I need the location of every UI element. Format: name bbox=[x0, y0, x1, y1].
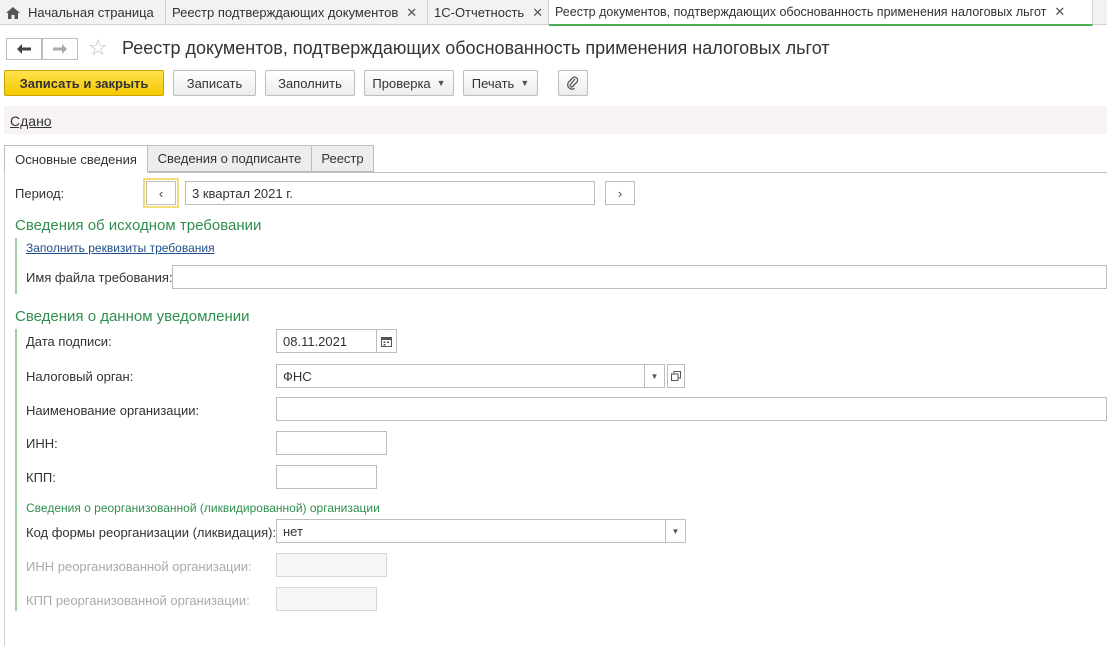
tab-registry[interactable]: Реестр bbox=[311, 145, 374, 172]
org-name-label: Наименование организации: bbox=[26, 403, 200, 418]
form-tabs-divider bbox=[4, 172, 1107, 173]
tab-label: Реестр документов, подтверждающих обосно… bbox=[555, 5, 1047, 19]
chevron-right-icon: › bbox=[617, 185, 623, 201]
reorg-code-select[interactable]: нет ▼ bbox=[276, 519, 686, 543]
caret-down-icon: ▼ bbox=[520, 78, 530, 88]
close-icon[interactable]: ✕ bbox=[1054, 4, 1065, 20]
tax-authority-label: Налоговый орган: bbox=[26, 369, 134, 384]
arrow-left-icon bbox=[17, 44, 31, 54]
open-tax-authority-button[interactable] bbox=[667, 364, 685, 388]
page-title: Реестр документов, подтверждающих обосно… bbox=[122, 38, 830, 58]
filename-label: Имя файла требования: bbox=[26, 270, 173, 285]
reorg-code-value: нет bbox=[283, 523, 303, 539]
check-button-label: Проверка bbox=[372, 75, 431, 91]
requirement-section-bar bbox=[15, 238, 17, 294]
close-icon[interactable]: ✕ bbox=[406, 5, 417, 21]
caret-down-icon: ▼ bbox=[436, 78, 446, 88]
form-left-border bbox=[4, 172, 5, 646]
requirement-section-title: Сведения об исходном требовании bbox=[15, 217, 262, 234]
notice-section-title: Сведения о данном уведомлении bbox=[15, 308, 250, 325]
org-name-input[interactable] bbox=[276, 397, 1107, 421]
inn-label: ИНН: bbox=[26, 436, 58, 451]
sign-date-input[interactable]: 08.11.2021 bbox=[276, 329, 397, 353]
status-bar bbox=[4, 106, 1107, 134]
arrow-right-icon bbox=[53, 44, 67, 54]
print-button[interactable]: Печать ▼ bbox=[463, 70, 538, 96]
forward-button[interactable] bbox=[42, 38, 78, 60]
period-label: Период: bbox=[15, 186, 65, 201]
tab-main-info[interactable]: Основные сведения bbox=[4, 145, 148, 173]
favorite-star-icon[interactable]: ☆ bbox=[88, 36, 108, 60]
reorg-inn-input bbox=[276, 553, 387, 577]
save-and-close-button[interactable]: Записать и закрыть bbox=[4, 70, 164, 96]
tab-signer-info[interactable]: Сведения о подписанте bbox=[147, 145, 312, 172]
inn-input[interactable] bbox=[276, 431, 387, 455]
reorg-subsection-title: Сведения о реорганизованной (ликвидирова… bbox=[26, 501, 380, 515]
print-button-label: Печать bbox=[471, 75, 515, 91]
filename-input[interactable] bbox=[172, 265, 1107, 289]
reorg-kpp-label: КПП реорганизованной организации: bbox=[26, 593, 250, 608]
period-field[interactable]: 3 квартал 2021 г. bbox=[185, 181, 595, 205]
back-button[interactable] bbox=[6, 38, 42, 60]
status-link[interactable]: Сдано bbox=[10, 113, 52, 129]
kpp-label: КПП: bbox=[26, 470, 56, 485]
sign-date-value: 08.11.2021 bbox=[283, 333, 348, 349]
tab-1c-reporting[interactable]: 1С-Отчетность ✕ bbox=[428, 0, 549, 25]
period-prev-button[interactable]: ‹ bbox=[143, 178, 179, 208]
window-tab-bar: Начальная страница Реестр подтверждающих… bbox=[0, 0, 1107, 26]
reorg-inn-label: ИНН реорганизованной организации: bbox=[26, 559, 252, 574]
tab-home[interactable]: Начальная страница bbox=[0, 0, 166, 25]
attachment-button[interactable] bbox=[558, 70, 588, 96]
check-button[interactable]: Проверка ▼ bbox=[364, 70, 454, 96]
home-icon bbox=[6, 6, 20, 19]
notice-section-bar bbox=[15, 329, 17, 611]
reorg-kpp-input bbox=[276, 587, 377, 611]
tab-label: 1С-Отчетность bbox=[434, 5, 525, 20]
reorg-code-label: Код формы реорганизации (ликвидация): bbox=[26, 525, 277, 540]
paperclip-icon bbox=[567, 76, 579, 90]
chevron-down-icon[interactable]: ▼ bbox=[665, 520, 685, 542]
sign-date-label: Дата подписи: bbox=[26, 334, 112, 349]
chevron-down-icon[interactable]: ▼ bbox=[644, 365, 664, 387]
tax-authority-select[interactable]: ФНС ▼ bbox=[276, 364, 665, 388]
chevron-left-icon: ‹ bbox=[158, 185, 164, 201]
save-button[interactable]: Записать bbox=[173, 70, 256, 96]
tab-label: Реестр подтверждающих документов bbox=[172, 5, 399, 20]
kpp-input[interactable] bbox=[276, 465, 377, 489]
close-icon[interactable]: ✕ bbox=[532, 5, 543, 21]
fill-requirement-link[interactable]: Заполнить реквизиты требования bbox=[26, 241, 215, 255]
open-window-icon bbox=[671, 371, 681, 381]
calendar-icon[interactable] bbox=[376, 330, 396, 352]
tax-authority-value: ФНС bbox=[283, 368, 312, 384]
tab-registry-docs[interactable]: Реестр подтверждающих документов ✕ bbox=[166, 0, 428, 25]
tab-registry-tax-benefits[interactable]: Реестр документов, подтверждающих обосно… bbox=[549, 0, 1093, 26]
fill-button[interactable]: Заполнить bbox=[265, 70, 355, 96]
period-value: 3 квартал 2021 г. bbox=[192, 185, 293, 201]
tab-label: Начальная страница bbox=[28, 5, 154, 20]
period-next-button[interactable]: › bbox=[605, 181, 635, 205]
